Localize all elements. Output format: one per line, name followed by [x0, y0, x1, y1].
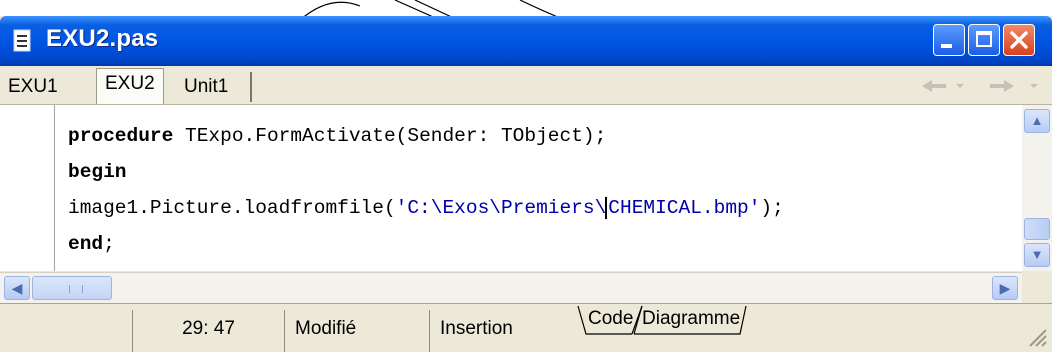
- close-button[interactable]: [1003, 24, 1035, 56]
- maximize-button[interactable]: [968, 24, 1000, 56]
- tab-diagram-view[interactable]: Diagramme: [642, 304, 740, 334]
- scroll-down-button[interactable]: ▼: [1024, 243, 1050, 267]
- cursor-position: 29: 47: [132, 310, 284, 352]
- maximize-icon: [976, 31, 992, 47]
- minimize-button[interactable]: [933, 24, 965, 56]
- horizontal-scroll-thumb[interactable]: [32, 276, 112, 300]
- code-line-4: end;: [68, 233, 115, 255]
- editor-gutter: [0, 105, 55, 271]
- scroll-up-button[interactable]: ▲: [1024, 109, 1050, 133]
- tab-code-view[interactable]: Code: [588, 304, 633, 334]
- text-caret: [605, 197, 608, 219]
- tab-unit1[interactable]: Unit1: [176, 72, 252, 102]
- chevron-down-icon[interactable]: [1030, 84, 1038, 88]
- chevron-down-icon[interactable]: [956, 84, 964, 88]
- grip-icon: [69, 285, 83, 293]
- resize-grip-icon[interactable]: [1026, 326, 1048, 348]
- arrow-right-icon[interactable]: [990, 80, 1014, 92]
- status-bar: 29: 47 Modifié Insertion Code Diagramme: [0, 303, 1052, 352]
- vertical-scrollbar[interactable]: ▲ ▼: [1022, 105, 1052, 271]
- code-line-1: procedure TExpo.FormActivate(Sender: TOb…: [68, 125, 607, 147]
- window-title: EXU2.pas: [46, 25, 159, 52]
- insert-mode-status: Insertion: [429, 310, 569, 352]
- code-line-2: begin: [68, 161, 127, 183]
- tab-exu1[interactable]: EXU1: [0, 72, 66, 102]
- horizontal-scrollbar[interactable]: ◀ ▶: [0, 272, 1022, 303]
- scroll-corner: [1022, 272, 1052, 302]
- nav-buttons: [922, 80, 1038, 92]
- code-editor[interactable]: procedure TExpo.FormActivate(Sender: TOb…: [0, 105, 1022, 271]
- scroll-left-button[interactable]: ◀: [4, 276, 30, 300]
- minimize-icon: [941, 44, 952, 48]
- document-icon: [13, 29, 31, 52]
- editor-window: EXU2.pas EXU1 EXU2 Unit1 procedure TExpo…: [0, 16, 1052, 352]
- code-line-3: image1.Picture.loadfromfile('C:\Exos\Pre…: [68, 197, 784, 220]
- modified-status: Modifié: [284, 310, 429, 352]
- tab-exu2[interactable]: EXU2: [96, 68, 164, 104]
- arrow-left-icon[interactable]: [922, 80, 946, 92]
- file-tab-bar: EXU1 EXU2 Unit1: [0, 66, 1052, 105]
- scroll-right-button[interactable]: ▶: [992, 276, 1018, 300]
- title-bar[interactable]: EXU2.pas: [0, 16, 1052, 66]
- vertical-scroll-thumb[interactable]: [1024, 218, 1050, 240]
- close-icon: [1010, 31, 1028, 49]
